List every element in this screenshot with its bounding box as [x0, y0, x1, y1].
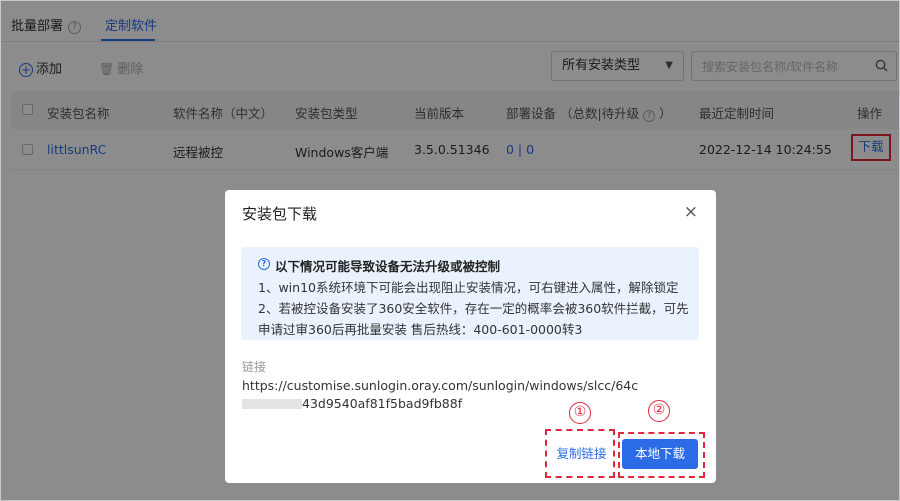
url-part-2: 43d9540af81f5bad9fb88f	[302, 396, 463, 411]
question-icon: ?	[258, 258, 270, 270]
notice-title: 以下情况可能导致设备无法升级或被控制	[275, 259, 501, 274]
notice-line-2: 2、若被控设备安装了360安全软件，存在一定的概率会被360软件拦截，可先	[258, 301, 689, 316]
notice-line-3: 申请过审360后再批量安装 售后热线：400-601-0000转3	[258, 322, 583, 337]
redacted-segment	[242, 399, 302, 409]
close-icon[interactable]: ×	[684, 202, 698, 222]
download-url: https://customise.sunlogin.oray.com/sunl…	[242, 377, 697, 413]
warning-notice: ? 以下情况可能导致设备无法升级或被控制 1、win10系统环境下可能会出现阻止…	[241, 247, 699, 340]
url-part-1: https://customise.sunlogin.oray.com/sunl…	[242, 378, 639, 393]
dialog-title: 安装包下载	[242, 205, 318, 223]
annotation-marker-1: ①	[569, 402, 591, 424]
annotation-box-copy	[545, 429, 615, 478]
annotation-marker-2: ②	[648, 400, 670, 422]
page-frame: 批量部署? 定制软件 +添加 🗑删除 所有安装类型 ▼ 安装包名称 软件名称（中…	[0, 0, 900, 501]
notice-line-1: 1、win10系统环境下可能会出现阻止安装情况，可右键进入属性，解除锁定	[258, 280, 679, 295]
annotation-box-download	[618, 432, 705, 478]
link-label: 链接	[242, 360, 267, 374]
